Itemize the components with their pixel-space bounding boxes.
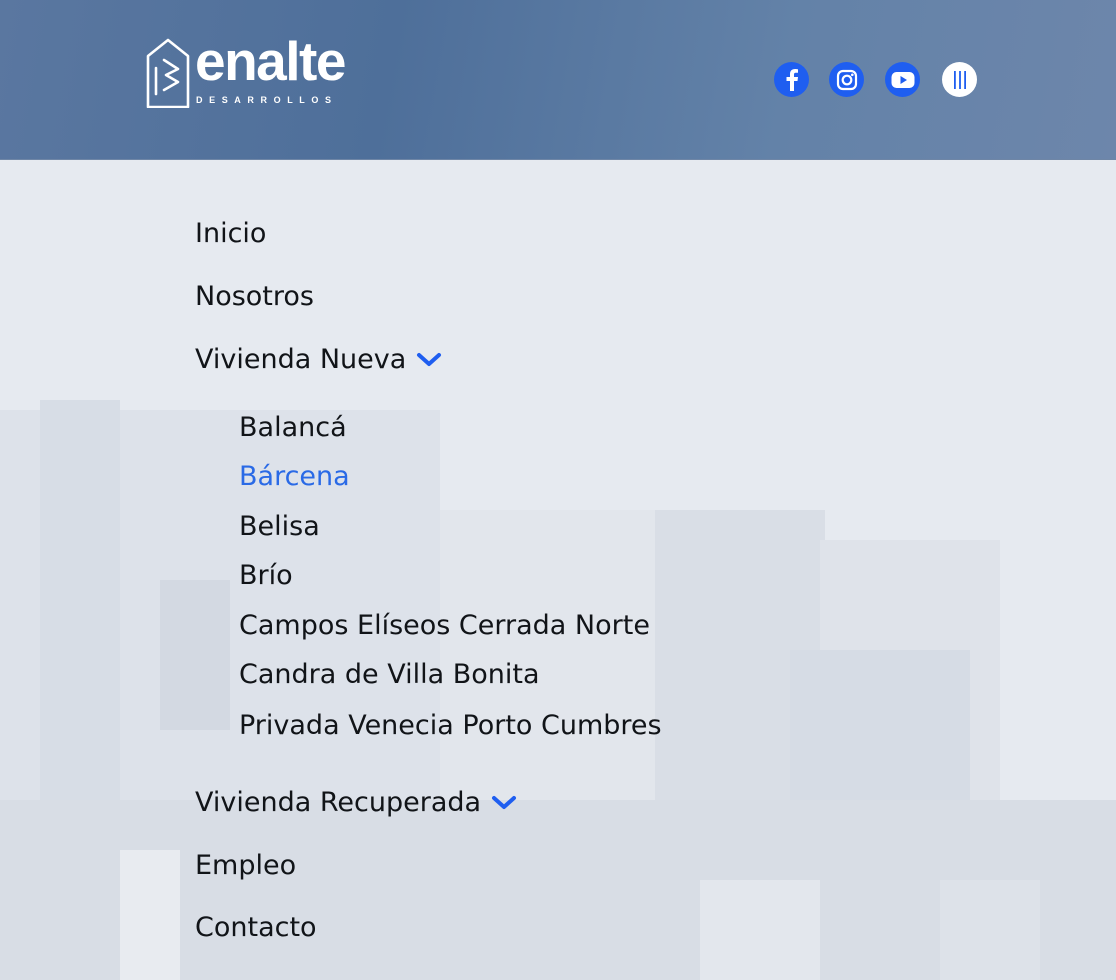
nav-item-label: Contacto [195,912,317,943]
submenu-item-campos-eliseos[interactable]: Campos Elíseos Cerrada Norte [239,612,650,639]
nav-item-nosotros[interactable]: Nosotros [195,283,314,310]
submenu-item-candra[interactable]: Candra de Villa Bonita [239,661,540,688]
nav-item-label: Nosotros [195,281,314,312]
submenu-item-balanca[interactable]: Balancá [239,414,347,441]
chevron-down-icon[interactable] [491,795,517,811]
main-navigation: Inicio Nosotros Vivienda Nueva Balancá B… [0,0,1116,980]
nav-item-inicio[interactable]: Inicio [195,220,266,247]
nav-item-label: Inicio [195,218,267,249]
submenu-item-brio[interactable]: Brío [239,562,293,589]
chevron-down-icon[interactable] [416,352,442,368]
submenu-item-privada-venecia[interactable]: Privada Venecia Porto Cumbres [239,712,662,739]
nav-item-label: Vivienda Recuperada [195,787,482,818]
submenu-item-belisa[interactable]: Belisa [239,513,320,540]
nav-item-label: Empleo [195,850,297,881]
nav-item-contacto[interactable]: Contacto [195,914,317,941]
nav-item-vivienda-nueva[interactable]: Vivienda Nueva [195,346,442,373]
nav-item-empleo[interactable]: Empleo [195,852,296,879]
nav-item-vivienda-recuperada[interactable]: Vivienda Recuperada [195,789,517,816]
nav-item-label: Vivienda Nueva [195,344,407,375]
submenu-item-barcena[interactable]: Bárcena [239,463,350,490]
